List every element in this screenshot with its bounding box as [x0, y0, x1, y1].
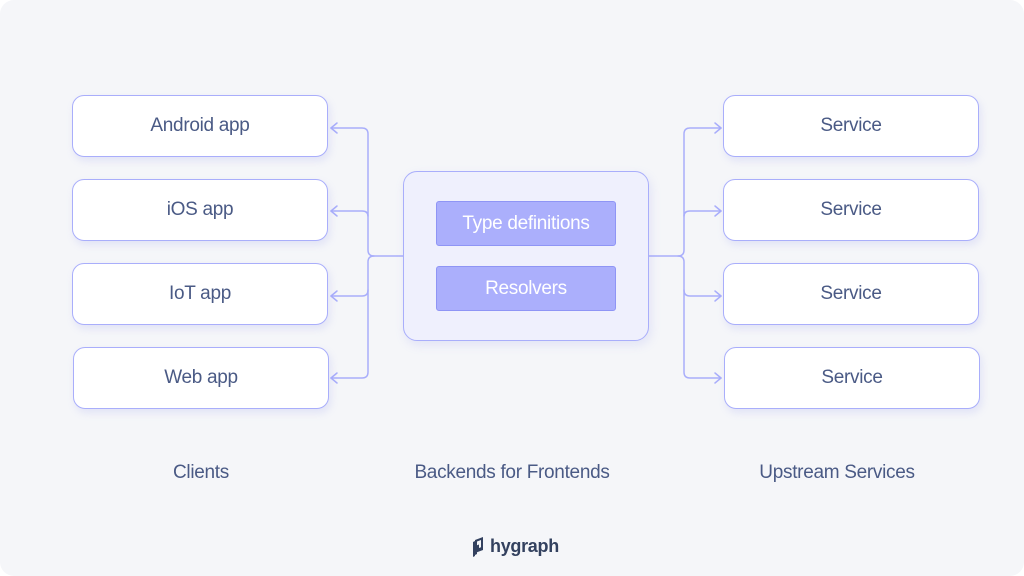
service-node: Service [723, 95, 979, 157]
client-node-iot: IoT app [72, 263, 328, 325]
service-label: Service [821, 367, 883, 388]
service-label: Service [820, 283, 882, 304]
connector-lower-trunk [330, 255, 375, 379]
client-node-ios: iOS app [72, 179, 328, 241]
clients-caption: Clients [173, 462, 229, 483]
brand-name: hygraph [490, 536, 559, 556]
bff-item-label: Type definitions [462, 212, 590, 234]
service-node: Service [724, 347, 980, 409]
connector-bff-to-services [648, 127, 722, 257]
bff-caption: Backends for Frontends [414, 462, 610, 483]
services-caption: Upstream Services [759, 462, 915, 483]
client-label: IoT app [169, 283, 231, 304]
client-label: Android app [150, 115, 250, 136]
service-label: Service [820, 115, 882, 136]
client-node-android: Android app [72, 95, 328, 157]
resolvers-block: Resolvers [436, 266, 616, 311]
connector-lower-trunk-right [677, 255, 722, 379]
client-label: Web app [164, 367, 238, 388]
bff-container: Type definitions Resolvers [403, 171, 649, 341]
connector-bff-to-clients [330, 127, 404, 257]
diagram-canvas: Android app iOS app IoT app Web app Type… [0, 0, 1024, 576]
client-node-web: Web app [73, 347, 329, 409]
client-label: iOS app [166, 199, 234, 220]
bff-item-label: Resolvers [485, 277, 567, 299]
service-label: Service [820, 199, 882, 220]
service-node: Service [723, 179, 979, 241]
service-node: Service [723, 263, 979, 325]
hygraph-logo: hygraph [472, 536, 559, 557]
hygraph-logo-icon [473, 536, 483, 557]
type-definitions-block: Type definitions [436, 201, 616, 246]
